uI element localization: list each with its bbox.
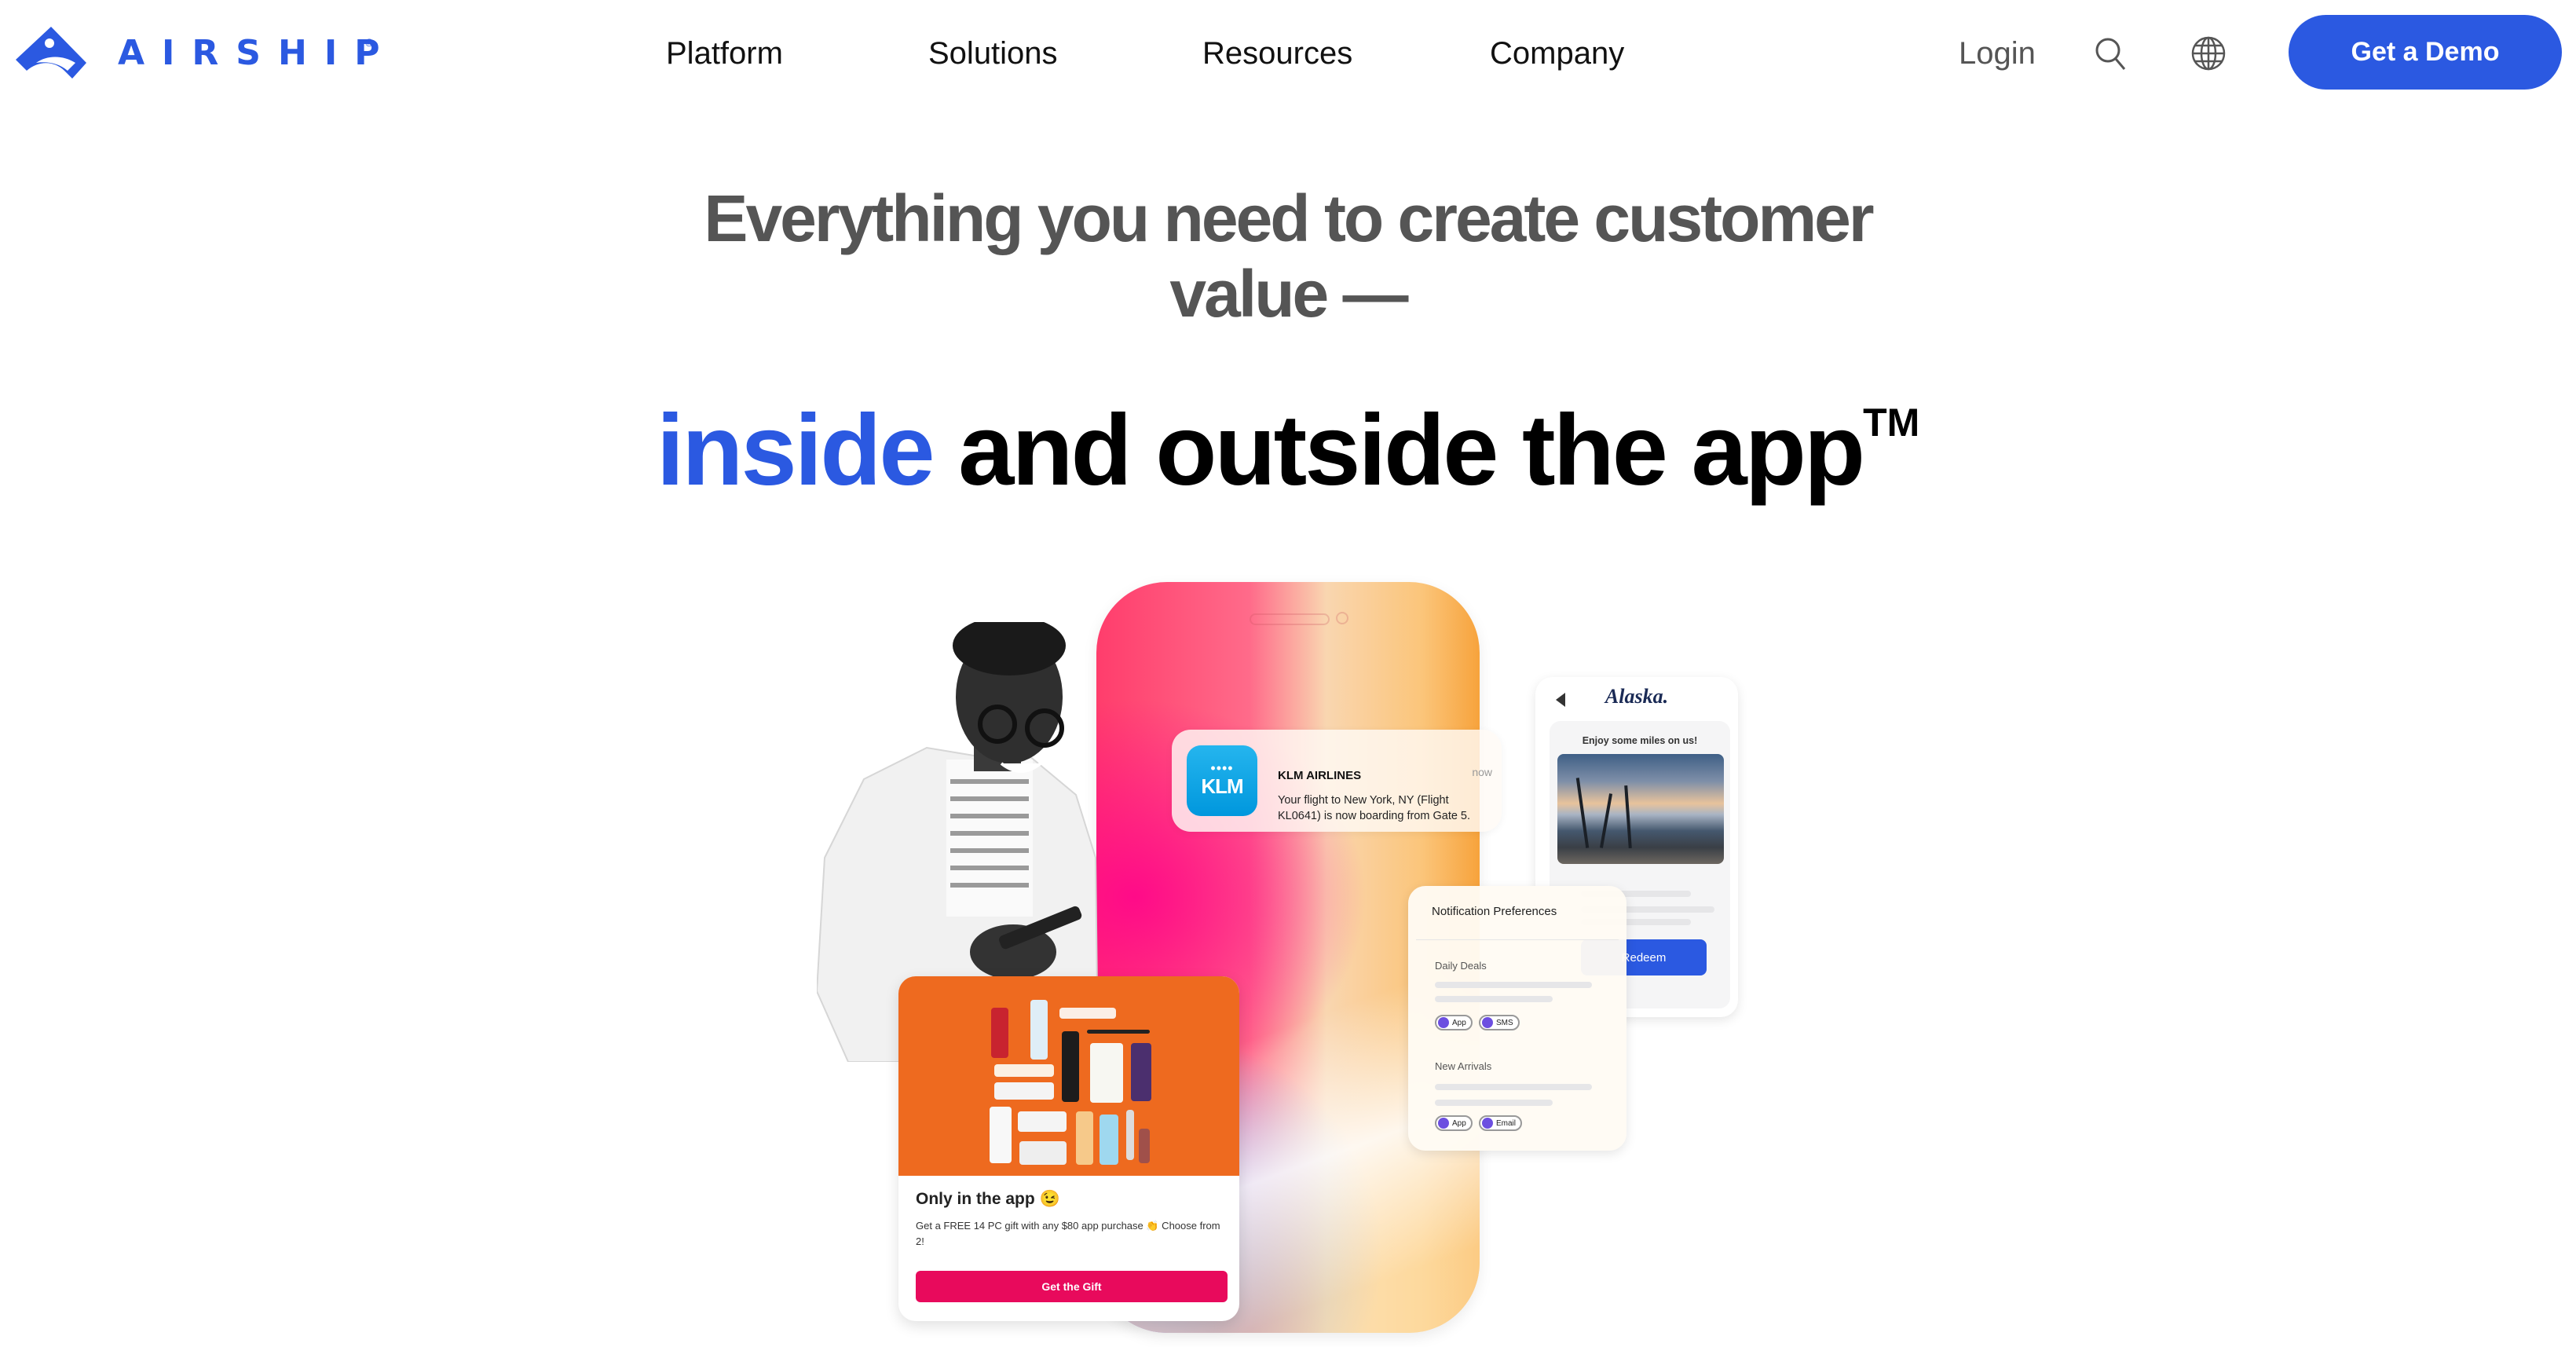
airship-logo[interactable]: AIRSHIP ® [16, 27, 397, 79]
product [1139, 1129, 1150, 1163]
prefs-section-daily-deals: Daily Deals [1435, 960, 1487, 972]
chip-label: SMS [1496, 1018, 1513, 1027]
hero-subtitle: inside and outside the appTM [0, 368, 2576, 506]
products-image [898, 976, 1239, 1176]
alaska-headline: Enjoy some miles on us! [1582, 735, 1698, 746]
product [1030, 1000, 1048, 1060]
product [1059, 1008, 1116, 1019]
registered-mark: ® [365, 36, 374, 49]
login-link[interactable]: Login [1959, 31, 2036, 75]
placeholder-line [1435, 1100, 1553, 1106]
notification-body: Your flight to New York, NY (Flight KL06… [1278, 794, 1471, 822]
hero-title-line1: Everything you need to create customer [704, 181, 1874, 255]
placeholder-line [1435, 996, 1553, 1002]
nav-solutions[interactable]: Solutions [928, 31, 1058, 75]
toggle-dot [1438, 1017, 1449, 1028]
product [1126, 1110, 1134, 1160]
prefs-section-new-arrivals: New Arrivals [1435, 1060, 1492, 1072]
product [990, 1107, 1012, 1163]
palm-tree [1599, 793, 1613, 848]
chip-daily-app[interactable]: App [1435, 1015, 1473, 1030]
notification-time: now [1472, 766, 1492, 778]
product [1019, 1141, 1067, 1165]
phone-camera [1336, 612, 1348, 624]
get-the-gift-button[interactable]: Get the Gift [916, 1271, 1228, 1302]
nav-platform[interactable]: Platform [666, 31, 783, 75]
hero-sub-rest: the app [1496, 394, 1865, 507]
phone-speaker [1250, 613, 1330, 625]
get-a-demo-button[interactable]: Get a Demo [2289, 15, 2562, 90]
search-icon [2095, 38, 2126, 70]
klm-logo-text: KLM [1201, 774, 1243, 798]
trademark-mark: TM [1863, 401, 1920, 445]
logo-wordmark: AIRSHIP [118, 32, 397, 73]
product [994, 1064, 1054, 1077]
product [991, 1008, 1008, 1058]
chip-label: Email [1496, 1118, 1517, 1128]
divider [1416, 939, 1619, 940]
klm-push-notification[interactable]: •••• KLM KLM AIRLINES now Your flight to… [1172, 730, 1502, 832]
gift-title: Only in the app 😉 [916, 1190, 1060, 1208]
search-button[interactable] [2091, 33, 2131, 74]
chip-arrivals-app[interactable]: App [1435, 1115, 1473, 1131]
placeholder-line [1435, 1084, 1592, 1090]
nav-company[interactable]: Company [1490, 31, 1624, 75]
klm-app-icon: •••• KLM [1187, 745, 1257, 816]
globe-icon [2191, 36, 2226, 71]
toggle-dot [1438, 1118, 1449, 1129]
chip-label: App [1452, 1118, 1466, 1128]
product [1100, 1115, 1118, 1165]
prefs-title: Notification Preferences [1432, 905, 1557, 918]
notification-sender: KLM AIRLINES [1278, 769, 1362, 782]
nav-resources[interactable]: Resources [1202, 31, 1352, 75]
toggle-dot [1482, 1017, 1493, 1028]
hero-title-line2: value — [1169, 257, 1408, 331]
beach-photo [1557, 754, 1724, 864]
product [1090, 1043, 1123, 1103]
chip-label: App [1452, 1018, 1466, 1027]
hero-sub-and: and [932, 394, 1156, 507]
toggle-dot [1482, 1118, 1493, 1129]
site-header: AIRSHIP ® Platform Solutions Resources C… [0, 0, 2576, 110]
product [1087, 1030, 1150, 1034]
notification-preferences-card: Notification Preferences Daily Deals App… [1408, 886, 1626, 1151]
airship-logo-icon [16, 27, 86, 79]
product [1076, 1111, 1093, 1165]
gift-body: Get a FREE 14 PC gift with any $80 app p… [916, 1220, 1220, 1247]
chip-arrivals-email[interactable]: Email [1479, 1115, 1523, 1131]
language-button[interactable] [2188, 33, 2229, 74]
hero-sub-outside: outside [1155, 394, 1498, 507]
placeholder-line [1435, 982, 1592, 988]
palm-tree [1575, 778, 1590, 848]
palm-tree [1624, 785, 1632, 849]
product [994, 1082, 1054, 1100]
product [1018, 1111, 1067, 1132]
hero-title: Everything you need to create customer v… [0, 181, 2576, 331]
chip-daily-sms[interactable]: SMS [1479, 1015, 1520, 1030]
product [1131, 1043, 1151, 1101]
product [1062, 1031, 1079, 1102]
gift-in-app-card: Only in the app 😉 Get a FREE 14 PC gift … [898, 976, 1239, 1321]
hero-sub-inside: inside [656, 394, 935, 507]
alaska-logo: Alaska. [1605, 685, 1669, 708]
klm-crown-icon: •••• [1210, 760, 1234, 776]
